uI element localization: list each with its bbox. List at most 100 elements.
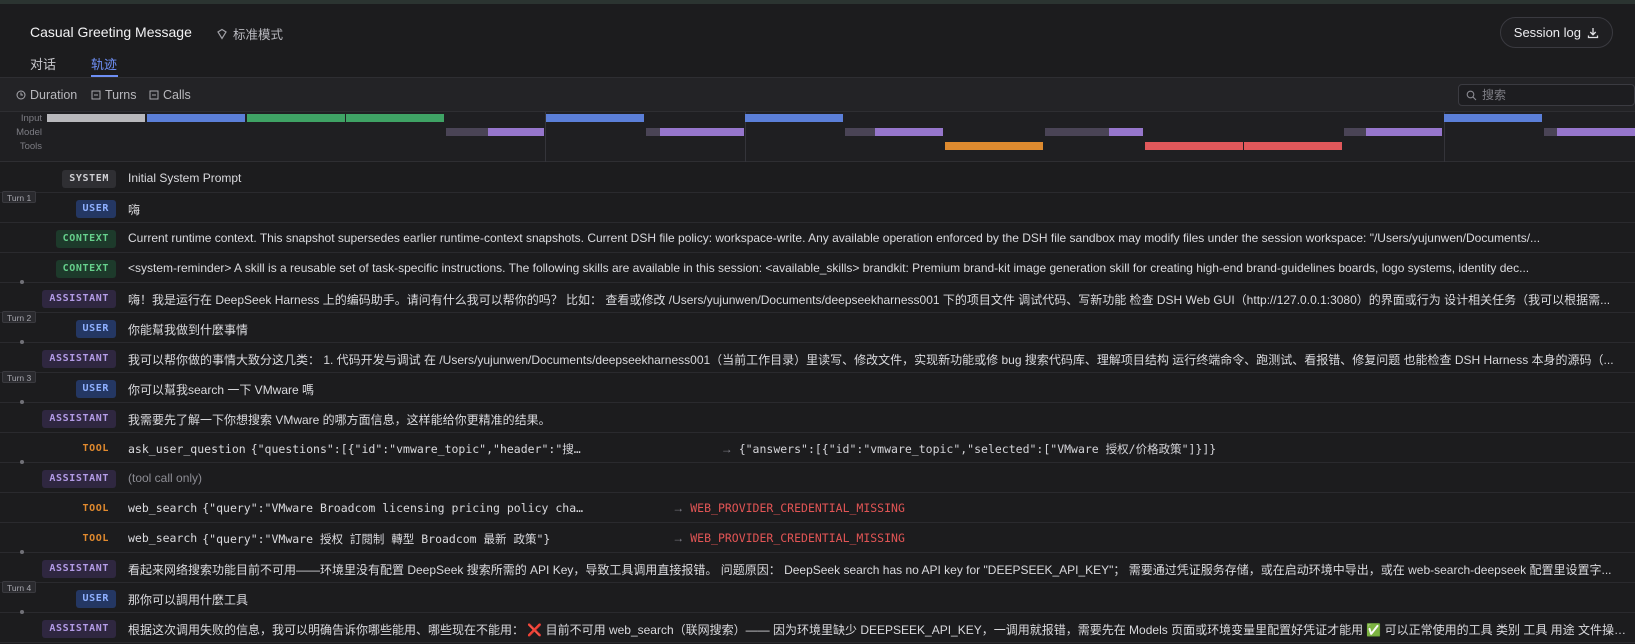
role-badge: TOOL [82, 443, 109, 454]
calls-toggle[interactable]: Calls [149, 88, 191, 102]
timeline-bar-user[interactable] [147, 114, 245, 122]
role-badge: CONTEXT [55, 260, 116, 278]
trace-row-user[interactable]: Turn 1 USER 嗨 [0, 191, 1635, 223]
timeline-bar-model[interactable] [488, 128, 544, 136]
trace-row-assistant[interactable]: ASSISTANT 根据这次调用失败的信息，我可以明确告诉你哪些能用、哪些现在不能… [0, 610, 1635, 643]
tool-name: web_search [128, 501, 198, 515]
tool-error: WEB_PROVIDER_CREDENTIAL_MISSING [690, 531, 905, 545]
role-badge: ASSISTANT [42, 350, 116, 368]
trace-row-assistant[interactable]: ASSISTANT 嗨！我是运行在 DeepSeek Harness 上的编码助手… [0, 280, 1635, 313]
row-content: Current runtime context. This snapshot s… [128, 231, 1633, 245]
timeline-bar-tool-err[interactable] [1244, 142, 1342, 150]
arrow-icon: → [720, 442, 733, 456]
row-content: (tool call only) [128, 471, 1633, 485]
tool-result: {"answers":[{"id":"vmware_topic","select… [738, 442, 1217, 456]
timeline-bar-model[interactable] [1557, 128, 1635, 136]
timeline-dot [20, 400, 24, 404]
arrow-icon: → [672, 501, 685, 515]
turns-toggle[interactable]: Turns [91, 88, 137, 102]
timeline-dot [20, 340, 24, 344]
list-icon [149, 90, 159, 100]
timeline-label-model: Model [16, 127, 42, 138]
mode-label: 标准模式 [233, 28, 284, 42]
role-badge: USER [75, 320, 116, 338]
tool-name: web_search [128, 531, 198, 545]
timeline-label-input: Input [20, 113, 42, 124]
row-content: 嗨！我是运行在 DeepSeek Harness 上的编码助手。请问有什么我可以… [128, 291, 1633, 308]
turn-marker: Turn 4 [2, 581, 37, 593]
trace-row-assistant[interactable]: ASSISTANT 看起来网络搜索功能目前不可用——环境里没有配置 DeepSee… [0, 550, 1635, 583]
tab-conversation[interactable]: 对话 [30, 54, 56, 73]
trace-row-user[interactable]: Turn 4 USER 那你可以調用什麼工具 [0, 581, 1635, 613]
calls-label: Calls [163, 88, 191, 102]
timeline-bar-model-wait[interactable] [1344, 128, 1366, 136]
message-text: 我可以帮你做的事情大致分这几类： 1. 代码开发与调试 在 /Users/yuj… [128, 353, 1614, 367]
search-box[interactable] [1458, 84, 1635, 106]
timeline-bar-tool-err[interactable] [1145, 142, 1243, 150]
timeline-bar-tool-ok[interactable] [945, 142, 1043, 150]
row-content: 看起来网络搜索功能目前不可用——环境里没有配置 DeepSeek 搜索所需的 A… [128, 561, 1633, 578]
duration-toggle[interactable]: Duration [16, 88, 77, 102]
timeline-dot [20, 460, 24, 464]
search-input[interactable] [1482, 88, 1622, 102]
timeline-dot [20, 280, 24, 284]
role-badge: CONTEXT [55, 230, 116, 248]
tab-trace[interactable]: 轨迹 [91, 54, 117, 73]
row-content: 那你可以調用什麼工具 [128, 591, 1633, 608]
timeline-bar-model[interactable] [1109, 128, 1143, 136]
timeline-bar-model[interactable] [1366, 128, 1442, 136]
trace-row-tool[interactable]: TOOL web_search {"query":"VMware Broadcom … [0, 493, 1635, 523]
timeline-bar-context[interactable] [247, 114, 345, 122]
tool-args: {"query":"VMware 授权 訂閱制 轉型 Broadcom 最新 政… [202, 532, 551, 546]
timeline-bar-model[interactable] [660, 128, 744, 136]
download-icon [1587, 27, 1599, 38]
trace-row-tool[interactable]: TOOL web_search {"query":"VMware 授权 訂閱制 轉型… [0, 523, 1635, 553]
list-icon [91, 90, 101, 100]
row-content: <system-reminder> A skill is a reusable … [128, 261, 1633, 275]
timeline-dot [20, 610, 24, 614]
duration-label: Duration [30, 88, 78, 102]
role-badge: TOOL [82, 503, 109, 514]
timeline-bar-model-wait[interactable] [845, 128, 875, 136]
trace-row-context[interactable]: CONTEXT <system-reminder> A skill is a re… [0, 253, 1635, 283]
timeline-bar-context[interactable] [346, 114, 444, 122]
role-badge: ASSISTANT [42, 470, 116, 488]
row-content: web_search {"query":"VMware 授权 訂閱制 轉型 Bro… [128, 531, 1633, 547]
message-text: <system-reminder> A skill is a reusable … [128, 261, 1530, 275]
trace-timeline: Input Model Tools [0, 112, 1635, 162]
row-content: 你可以幫我search 一下 VMware 嗎 [128, 381, 1633, 398]
arrow-icon: → [672, 531, 685, 545]
row-content: 嗨 [128, 201, 1633, 218]
role-badge: USER [75, 380, 116, 398]
timeline-bar-user[interactable] [745, 114, 843, 122]
trace-row-system[interactable]: SYSTEM Initial System Prompt [0, 163, 1635, 193]
trace-row-assistant[interactable]: ASSISTANT (tool call only) [0, 460, 1635, 493]
timeline-bar-model[interactable] [875, 128, 943, 136]
trace-row-user[interactable]: Turn 2 USER 你能幫我做到什麼事情 [0, 311, 1635, 343]
timeline-bar-model-wait[interactable] [1544, 128, 1557, 136]
trace-row-user[interactable]: Turn 3 USER 你可以幫我search 一下 VMware 嗎 [0, 371, 1635, 403]
session-log-button[interactable]: Session log [1499, 17, 1613, 48]
trace-row-context[interactable]: CONTEXT Current runtime context. This sna… [0, 223, 1635, 253]
message-text: Current runtime context. This snapshot s… [128, 231, 1541, 245]
turn-marker: Turn 1 [2, 191, 37, 203]
timeline-bar-model-wait[interactable] [646, 128, 660, 136]
search-icon [1466, 90, 1477, 100]
role-badge: ASSISTANT [42, 620, 116, 638]
mode-indicator[interactable]: 标准模式 [216, 24, 283, 43]
turns-label: Turns [105, 88, 137, 102]
message-text: 那你可以調用什麼工具 [128, 593, 249, 607]
role-badge: USER [75, 200, 116, 218]
timeline-bar-model-wait[interactable] [1045, 128, 1109, 136]
timeline-bar-system[interactable] [47, 114, 145, 122]
trace-row-assistant[interactable]: ASSISTANT 我可以帮你做的事情大致分这几类： 1. 代码开发与调试 在 /… [0, 340, 1635, 373]
row-content: web_search {"query":"VMware Broadcom lice… [128, 501, 1633, 515]
trace-row-tool[interactable]: TOOL ask_user_question {"questions":[{"id"… [0, 433, 1635, 463]
role-badge: SYSTEM [62, 170, 116, 188]
timeline-bar-user[interactable] [1444, 114, 1542, 122]
timeline-bar-user[interactable] [546, 114, 644, 122]
timeline-bar-model-wait[interactable] [446, 128, 488, 136]
trace-row-assistant[interactable]: ASSISTANT 我需要先了解一下你想搜索 VMware 的哪方面信息，这样能给… [0, 400, 1635, 433]
message-text: 嗨！我是运行在 DeepSeek Harness 上的编码助手。请问有什么我可以… [128, 293, 1611, 307]
role-badge: ASSISTANT [42, 560, 116, 578]
